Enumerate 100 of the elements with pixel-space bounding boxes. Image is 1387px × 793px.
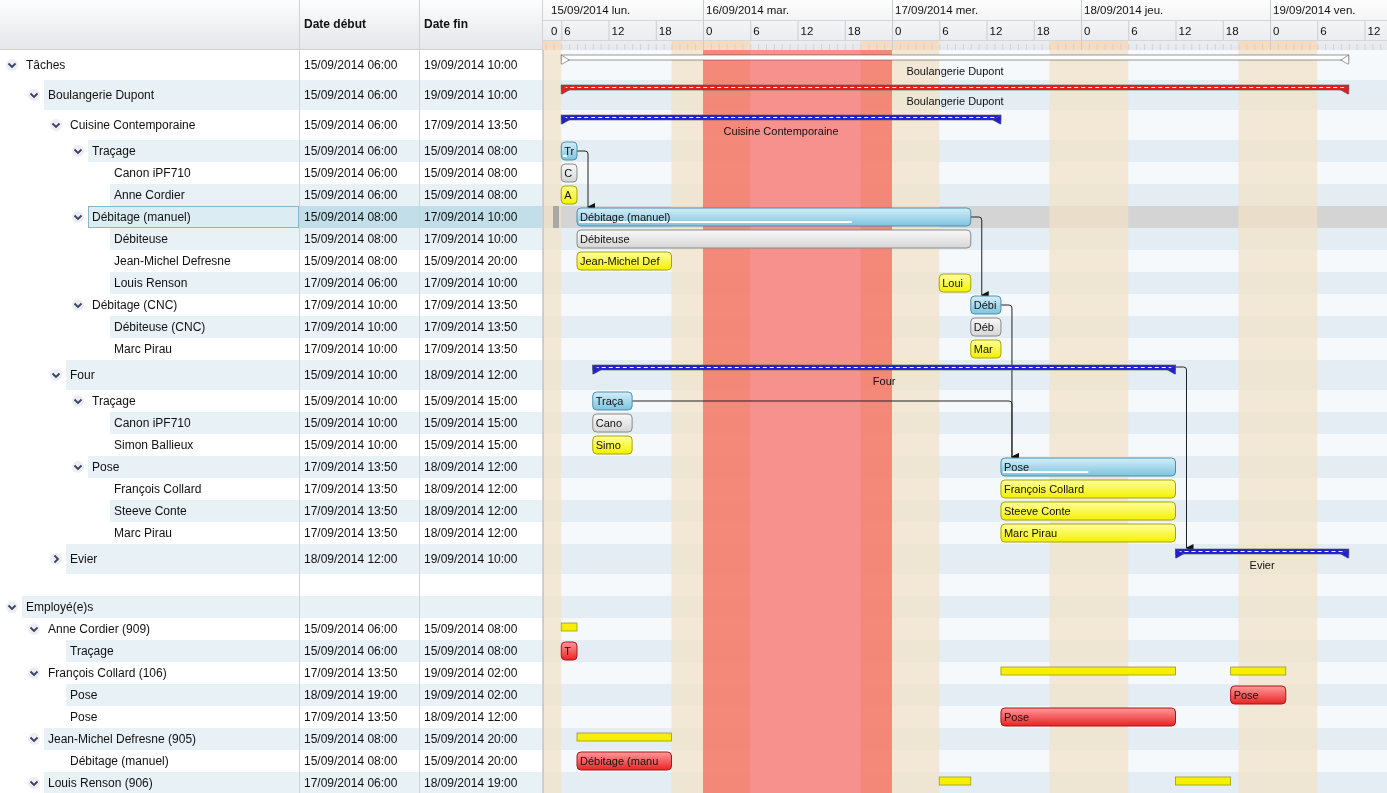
person-bar[interactable]: Mar [970, 339, 1002, 359]
date-cell: 17/09/2014 10:00 [304, 320, 398, 334]
assignment-bar[interactable]: Pose [1000, 707, 1176, 727]
tree-item[interactable]: Canon iPF710 [110, 162, 299, 184]
task-bar[interactable]: Pose [1000, 457, 1176, 477]
chevron-down-icon[interactable] [6, 59, 18, 71]
person-bar[interactable]: Loui [938, 273, 972, 293]
summary-bar[interactable] [560, 114, 1002, 125]
hour-label: 0 [706, 25, 713, 37]
chevron-down-icon[interactable] [72, 461, 84, 473]
tree-item[interactable]: Employé(e)s [22, 596, 299, 618]
tree-item[interactable]: Louis Renson (906) [44, 772, 299, 793]
tree-item[interactable]: Boulangerie Dupont [44, 80, 299, 110]
summary-bar[interactable] [1175, 548, 1350, 559]
date-cell: 17/09/2014 13:50 [304, 526, 398, 540]
column-header[interactable]: Date début [304, 17, 366, 31]
chevron-down-icon[interactable] [28, 667, 40, 679]
tree-item[interactable]: Débiteuse [110, 228, 299, 250]
machine-bar[interactable]: Débiteuse [576, 229, 972, 249]
task-bar[interactable]: Tr [560, 141, 578, 161]
person-bar[interactable]: A [560, 185, 578, 205]
date-cell: 15/09/2014 10:00 [304, 438, 398, 452]
chevron-right-icon[interactable] [50, 553, 62, 565]
summary-bar[interactable] [592, 364, 1176, 375]
date-cell: 15/09/2014 15:00 [424, 416, 518, 430]
date-cell: 15/09/2014 06:00 [304, 118, 398, 132]
chevron-down-icon[interactable] [72, 395, 84, 407]
tree-item[interactable]: Débitage (CNC) [88, 294, 299, 316]
person-bar[interactable]: Simo [592, 435, 633, 455]
tree-item[interactable]: Pose [66, 684, 299, 706]
day-label: 17/09/2014 mer. [895, 4, 979, 16]
date-cell: 18/09/2014 12:00 [424, 504, 518, 518]
tree-item[interactable]: Simon Ballieux [110, 434, 299, 456]
date-cell: 19/09/2014 10:00 [424, 58, 518, 72]
date-cell: 15/09/2014 20:00 [424, 732, 518, 746]
tree-item[interactable]: Cuisine Contemporaine [66, 110, 299, 140]
machine-bar[interactable]: Déb [970, 317, 1002, 337]
tree-item[interactable]: Débitage (manuel) [66, 750, 299, 772]
date-cell: 15/09/2014 08:00 [304, 254, 398, 268]
summary-bar[interactable] [560, 84, 1350, 95]
person-bar[interactable]: Steeve Conte [1000, 501, 1176, 521]
assignment-bar[interactable]: Pose [1230, 685, 1287, 705]
tree-item[interactable]: Jean-Michel Defresne (905) [44, 728, 299, 750]
date-cell: 15/09/2014 06:00 [304, 88, 398, 102]
assignment-bar[interactable]: Débitage (manu [576, 751, 672, 771]
tree-item[interactable]: Traçage [88, 140, 299, 162]
tree-item[interactable]: Anne Cordier (909) [44, 618, 299, 640]
machine-bar[interactable]: C [560, 163, 578, 183]
tree-item[interactable]: Tâches [22, 50, 299, 80]
date-cell: 17/09/2014 13:50 [304, 504, 398, 518]
tree-item[interactable]: Canon iPF710 [110, 412, 299, 434]
date-cell: 19/09/2014 02:00 [424, 666, 518, 680]
date-cell: 15/09/2014 06:00 [304, 644, 398, 658]
tree-item[interactable]: Jean-Michel Defresne [110, 250, 299, 272]
person-bar[interactable]: Marc Pirau [1000, 523, 1176, 543]
task-bar[interactable]: Débi [970, 295, 1002, 315]
tree-item[interactable]: Louis Renson [110, 272, 299, 294]
chevron-down-icon[interactable] [6, 601, 18, 613]
tree-item[interactable]: Pose [88, 456, 299, 478]
task-bar[interactable]: Débitage (manuel) [576, 207, 972, 227]
date-cell: 17/09/2014 10:00 [424, 232, 518, 246]
assignment-bar[interactable]: T [560, 641, 578, 661]
tree-item[interactable]: Traçage [66, 640, 299, 662]
hour-label: 18 [847, 25, 861, 37]
chevron-down-icon[interactable] [50, 369, 62, 381]
tree-item[interactable]: Marc Pirau [110, 522, 299, 544]
hour-label: 18 [658, 25, 672, 37]
chevron-down-icon[interactable] [28, 733, 40, 745]
tree-item[interactable]: Marc Pirau [110, 338, 299, 360]
chevron-down-icon[interactable] [72, 211, 84, 223]
tree-item[interactable]: Anne Cordier [110, 184, 299, 206]
chevron-down-icon[interactable] [72, 299, 84, 311]
tree-item[interactable]: Traçage [88, 390, 299, 412]
tree-item[interactable]: Four [66, 360, 299, 390]
tree-item[interactable]: Débiteuse (CNC) [110, 316, 299, 338]
hour-label: 6 [942, 25, 949, 37]
date-cell: 18/09/2014 19:00 [424, 776, 518, 790]
person-bar[interactable]: Jean-Michel Def [576, 251, 672, 271]
task-bar[interactable]: Traça [592, 391, 633, 411]
person-bar[interactable]: François Collard [1000, 479, 1176, 499]
tree-item[interactable]: François Collard [110, 478, 299, 500]
chevron-down-icon[interactable] [50, 119, 62, 131]
date-cell: 15/09/2014 08:00 [424, 622, 518, 636]
chevron-down-icon[interactable] [28, 89, 40, 101]
tree-item[interactable]: Pose [66, 706, 299, 728]
tree-item[interactable]: Débitage (manuel) [88, 206, 299, 228]
date-cell: 17/09/2014 13:50 [424, 342, 518, 356]
tree-item[interactable]: Evier [66, 544, 299, 574]
tree-item[interactable]: Steeve Conte [110, 500, 299, 522]
machine-bar[interactable]: Cano [592, 413, 633, 433]
chevron-down-icon[interactable] [28, 777, 40, 789]
hour-label: 12 [989, 25, 1003, 37]
tree-item[interactable]: François Collard (106) [44, 662, 299, 684]
date-cell: 18/09/2014 12:00 [304, 552, 398, 566]
chevron-down-icon[interactable] [72, 145, 84, 157]
day-label: 19/09/2014 ven. [1273, 4, 1356, 16]
date-cell: 17/09/2014 13:50 [424, 118, 518, 132]
column-header[interactable]: Date fin [424, 17, 468, 31]
chevron-down-icon[interactable] [28, 623, 40, 635]
date-cell: 15/09/2014 06:00 [304, 58, 398, 72]
